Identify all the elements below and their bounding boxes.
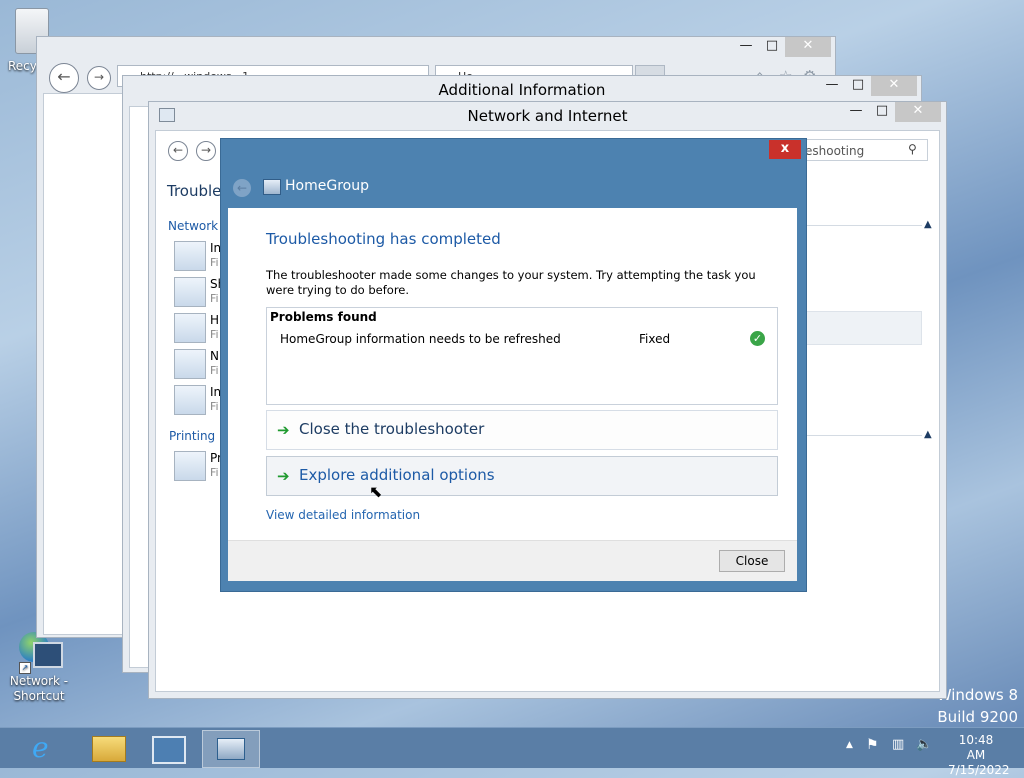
- network-shortcut-icon[interactable]: ↗ Network - Shortcut: [4, 632, 74, 704]
- section-divider: [806, 435, 922, 436]
- homegroup-icon: [217, 738, 245, 760]
- problem-status: Fixed: [639, 332, 671, 346]
- incoming-connections-icon: [174, 385, 206, 415]
- network-shortcut-label: Network - Shortcut: [9, 674, 69, 703]
- additional-info-close-button[interactable]: ✕: [871, 76, 917, 96]
- green-arrow-icon: ➔: [277, 421, 290, 439]
- troubleshooter-dialog[interactable]: x ← HomeGroup Troubleshooting has comple…: [220, 138, 807, 592]
- dialog-description: The troubleshooter made some changes to …: [266, 268, 756, 297]
- ie-forward-icon[interactable]: →: [87, 66, 111, 90]
- explore-options-option[interactable]: ➔ Explore additional options: [266, 456, 778, 496]
- view-detailed-link[interactable]: View detailed information: [266, 508, 420, 522]
- dialog-content: Troubleshooting has completed The troubl…: [228, 208, 797, 581]
- control-panel-icon: [152, 736, 186, 764]
- network-status-icon[interactable]: ▥: [892, 737, 904, 752]
- network-forward-icon[interactable]: →: [196, 141, 216, 161]
- mouse-cursor-icon: ⬉: [369, 482, 383, 501]
- internet-explorer-icon: e: [32, 731, 49, 764]
- section-divider: [806, 225, 922, 226]
- volume-muted-icon[interactable]: 🔈: [916, 737, 932, 752]
- list-item-label: H: [210, 313, 220, 327]
- list-item-sub: Fi: [210, 328, 219, 341]
- network-page-heading: Trouble: [167, 182, 222, 200]
- list-item-sub: Fi: [210, 466, 219, 479]
- watermark-line1: Windows 8: [936, 686, 1018, 704]
- homegroup-taskbar-button[interactable]: [202, 730, 260, 768]
- recycle-bin-label: Recy: [8, 59, 37, 73]
- list-item[interactable]: H Fi: [174, 313, 220, 345]
- explorer-taskbar-button[interactable]: [80, 730, 136, 766]
- ie-back-icon[interactable]: ←: [49, 63, 79, 93]
- list-item[interactable]: In Fi: [174, 241, 221, 273]
- sharing-icon: [174, 277, 206, 307]
- network-adapter-icon: [174, 349, 206, 379]
- watermark-line2: Build 9200: [937, 708, 1018, 726]
- homegroup-icon: [174, 313, 206, 343]
- internet-options-icon: [174, 241, 206, 271]
- network-close-button[interactable]: ✕: [895, 102, 941, 122]
- list-highlight: [806, 311, 922, 345]
- list-item[interactable]: Pr Fi: [174, 451, 222, 483]
- additional-info-maximize-button[interactable]: □: [845, 76, 871, 96]
- close-troubleshooter-label: Close the troubleshooter: [299, 420, 485, 438]
- ie-close-button[interactable]: ✕: [785, 37, 831, 57]
- problems-box: Problems found HomeGroup information nee…: [266, 307, 778, 405]
- section-network-collapse-icon[interactable]: ▲: [924, 219, 932, 230]
- additional-info-title: Additional Information: [438, 81, 606, 99]
- green-arrow-icon: ➔: [277, 467, 290, 485]
- dialog-close-x-button[interactable]: x: [769, 140, 801, 159]
- search-icon[interactable]: ⚲: [908, 142, 917, 156]
- homegroup-icon: [263, 179, 281, 195]
- section-printing-label: Printing: [169, 429, 216, 443]
- network-items-list: In Fi Sh Fi H Fi N Fi In Fi: [174, 241, 225, 421]
- clock-date: 7/15/2022: [948, 763, 1010, 777]
- list-item[interactable]: In Fi: [174, 385, 221, 417]
- list-item-sub: Fi: [210, 292, 219, 305]
- dialog-header-title: HomeGroup: [285, 178, 369, 194]
- close-troubleshooter-option[interactable]: ➔ Close the troubleshooter: [266, 410, 778, 450]
- control-panel-taskbar-button[interactable]: [140, 730, 196, 766]
- list-item-sub: Fi: [210, 256, 219, 269]
- dialog-heading: Troubleshooting has completed: [266, 230, 501, 248]
- network-window-title: Network and Internet: [467, 107, 628, 125]
- folder-icon: [92, 736, 126, 762]
- action-center-flag-icon[interactable]: ⚑: [866, 737, 879, 753]
- section-printing-collapse-icon[interactable]: ▲: [924, 429, 932, 440]
- close-button[interactable]: Close: [719, 550, 785, 572]
- windows-watermark: Windows 8 Build 9200: [937, 684, 1018, 728]
- list-item[interactable]: N Fi: [174, 349, 220, 381]
- additional-info-minimize-button[interactable]: —: [819, 76, 845, 96]
- list-item-sub: Fi: [210, 364, 219, 377]
- check-icon: ✓: [750, 331, 765, 346]
- problems-header: Problems found: [270, 310, 377, 324]
- show-hidden-icons-icon[interactable]: ▲: [846, 740, 853, 750]
- printer-icon: [174, 451, 206, 481]
- dialog-footer: Close: [228, 540, 797, 581]
- clock-time: 10:48 AM: [958, 733, 994, 762]
- section-network-label: Network: [168, 219, 219, 233]
- network-back-icon[interactable]: ←: [168, 141, 188, 161]
- explore-options-label: Explore additional options: [299, 466, 495, 484]
- ie-taskbar-button[interactable]: e: [18, 730, 74, 766]
- network-maximize-button[interactable]: □: [869, 102, 895, 122]
- network-globe-icon: ↗: [19, 632, 63, 674]
- ie-minimize-button[interactable]: —: [733, 37, 759, 57]
- network-minimize-button[interactable]: —: [843, 102, 869, 122]
- ie-maximize-button[interactable]: □: [759, 37, 785, 57]
- list-item[interactable]: Sh Fi: [174, 277, 225, 309]
- list-item-label: N: [210, 349, 219, 363]
- dialog-back-icon[interactable]: ←: [233, 179, 251, 197]
- taskbar: e ▲ ⚑ ▥ 🔈 10:48 AM 7/15/2022: [0, 727, 1024, 777]
- clock[interactable]: 10:48 AM 7/15/2022: [948, 733, 1010, 778]
- problem-text: HomeGroup information needs to be refres…: [280, 332, 561, 346]
- list-item-sub: Fi: [210, 400, 219, 413]
